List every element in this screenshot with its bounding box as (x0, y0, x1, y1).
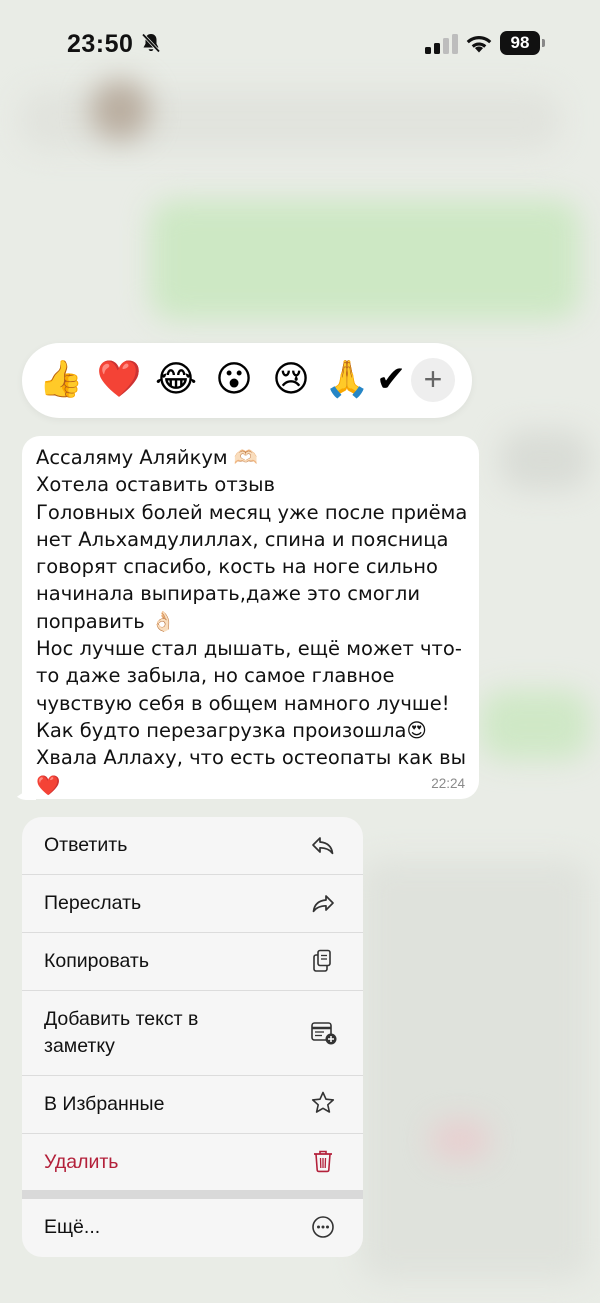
menu-item-label: В Избранные (44, 1093, 165, 1115)
add-reaction-button[interactable]: + (411, 358, 455, 402)
reaction-heart[interactable]: ❤️ (94, 355, 144, 405)
reaction-bar: 👍 ❤️ 😂 😮 😢 🙏 ✔ + (22, 343, 472, 418)
bell-slash-icon (139, 31, 163, 55)
menu-section-divider (22, 1190, 363, 1199)
menu-item-copy[interactable]: Копировать (22, 933, 363, 991)
menu-item-more[interactable]: Ещё... (22, 1199, 363, 1257)
star-icon (310, 1090, 336, 1116)
cellular-signal-icon (424, 33, 458, 55)
menu-item-favorites[interactable]: В Избранные (22, 1076, 363, 1134)
menu-item-delete[interactable]: Удалить (22, 1134, 363, 1190)
reaction-laughing[interactable]: 😂 (151, 355, 201, 405)
message-text: Ассаляму Аляйкум 🫶🏻 Хотела оставить отзы… (36, 446, 468, 797)
menu-item-add-to-note[interactable]: Добавить текст в заметку (22, 991, 363, 1076)
reaction-partial[interactable]: ✔ (376, 355, 406, 405)
ellipsis-circle-icon (310, 1214, 336, 1240)
battery-icon: 98 (500, 31, 546, 55)
menu-item-label: Переслать (44, 892, 142, 914)
forward-icon (310, 891, 336, 917)
status-bar: 23:50 98 (0, 0, 600, 88)
reaction-praying-hands[interactable]: 🙏 (322, 355, 372, 405)
reply-icon (310, 833, 336, 859)
menu-item-reply[interactable]: Ответить (22, 817, 363, 875)
menu-item-label: Ответить (44, 834, 128, 856)
reaction-thumbs-up[interactable]: 👍 (36, 355, 86, 405)
menu-item-label: Копировать (44, 950, 149, 972)
message-time: 22:24 (431, 776, 465, 791)
menu-item-label: Добавить текст в заметку (44, 1008, 199, 1057)
status-time: 23:50 (67, 30, 134, 58)
copy-icon (310, 948, 336, 974)
menu-item-label: Ещё... (44, 1216, 101, 1238)
note-add-icon (310, 1020, 337, 1046)
menu-item-forward[interactable]: Переслать (22, 875, 363, 933)
reaction-crying[interactable]: 😢 (266, 355, 316, 405)
menu-item-label: Удалить (44, 1151, 119, 1173)
context-menu: Ответить Переслать Копировать Добавить т… (22, 817, 363, 1257)
message-bubble[interactable]: Ассаляму Аляйкум 🫶🏻 Хотела оставить отзы… (22, 436, 479, 799)
wifi-icon (465, 32, 493, 54)
reaction-surprised[interactable]: 😮 (209, 355, 259, 405)
trash-icon (310, 1148, 336, 1174)
battery-level: 98 (500, 31, 540, 55)
